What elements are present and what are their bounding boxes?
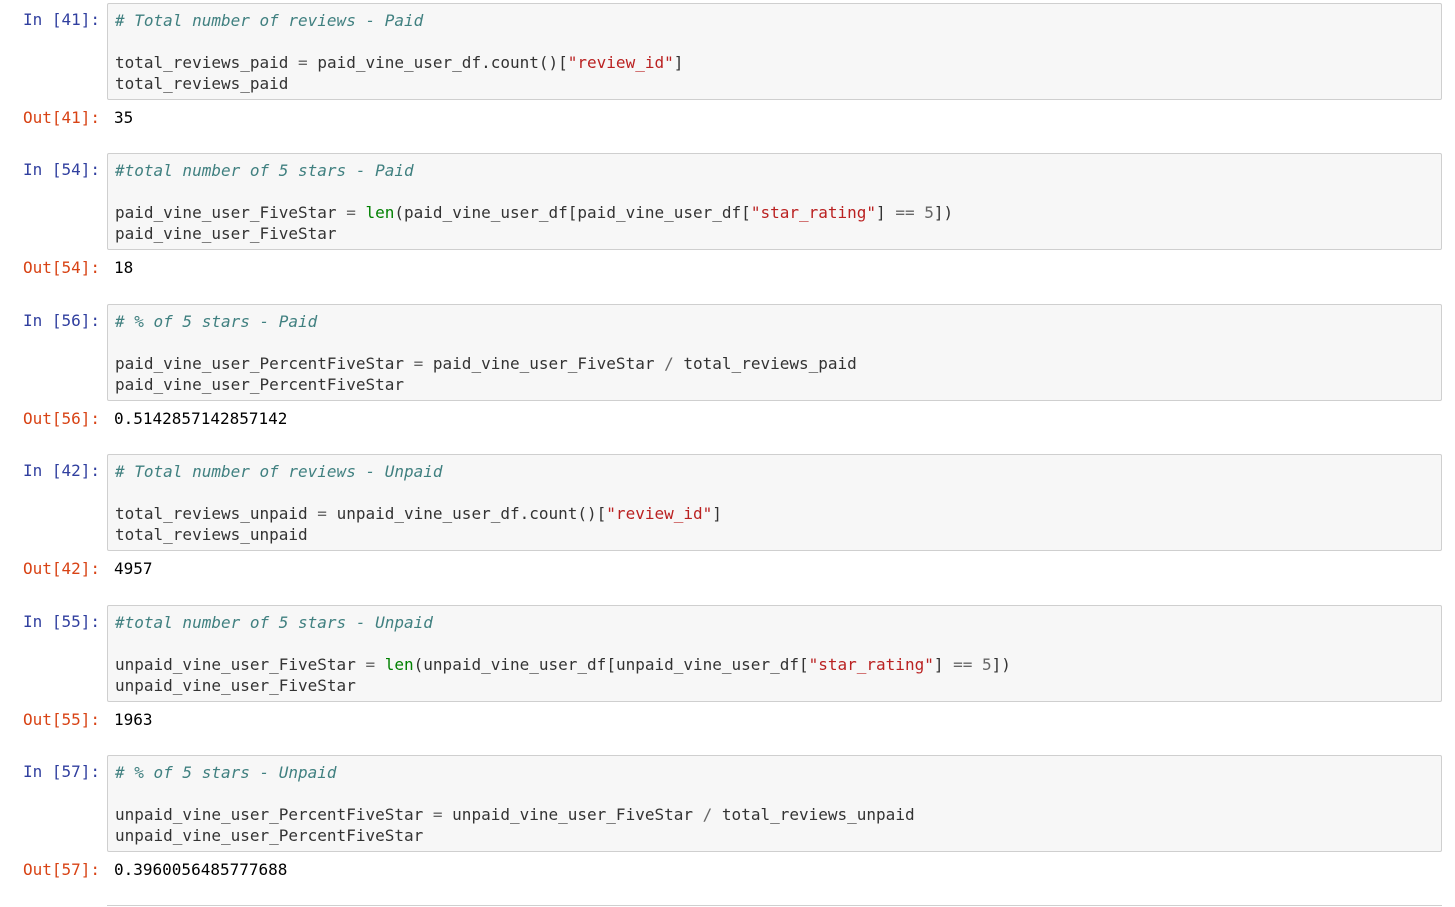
code-line: unpaid_vine_user_FiveStar = len(unpaid_v… [115, 654, 1011, 675]
code-token-variable: paid_vine_user_FiveStar [115, 203, 337, 222]
cell-output: 4957 [114, 559, 153, 578]
code-token-expression: unpaid_vine_user_df.count()[ [336, 504, 607, 523]
notebook-cell[interactable]: In [55]: #total number of 5 stars - Unpa… [0, 602, 1455, 752]
code-comment: #total number of 5 stars - Unpaid [115, 613, 433, 632]
next-cell-edge [107, 905, 1442, 906]
code-line: paid_vine_user_FiveStar = len(paid_vine_… [115, 202, 953, 223]
code-token-variable: unpaid_vine_user_PercentFiveStar [115, 805, 424, 824]
code-token-bracket: ] [712, 504, 722, 523]
code-line: total_reviews_unpaid = unpaid_vine_user_… [115, 503, 722, 524]
code-comment: # Total number of reviews - Paid [115, 11, 424, 30]
code-token-variable: paid_vine_user_FiveStar [432, 354, 655, 373]
code-token-variable: total_reviews_paid [115, 53, 289, 72]
input-prompt: In [55]: [22, 612, 100, 631]
code-token-string: "review_id" [567, 53, 674, 72]
output-prompt: Out[41]: [22, 108, 100, 127]
code-token-expression: (unpaid_vine_user_df[unpaid_vine_user_df… [413, 655, 809, 674]
cell-output: 1963 [114, 710, 153, 729]
notebook-cell[interactable]: In [57]: # % of 5 stars - Unpaid unpaid_… [0, 752, 1455, 902]
code-token-string: "review_id" [606, 504, 713, 523]
cell-output: 35 [114, 108, 134, 127]
code-token-number: 5 [924, 203, 934, 222]
code-token-operator: == [953, 655, 973, 674]
input-prompt: In [41]: [22, 10, 100, 29]
code-token-operator: = [365, 655, 376, 674]
code-token-string: "star_rating" [750, 203, 877, 222]
code-token-bracket: ] [933, 655, 954, 674]
input-prompt: In [54]: [22, 160, 100, 179]
code-token-variable: total_reviews_unpaid [115, 504, 308, 523]
cell-output: 18 [114, 258, 134, 277]
notebook-cell[interactable]: In [56]: # % of 5 stars - Paid paid_vine… [0, 301, 1455, 451]
code-token-bracket: ] [876, 203, 896, 222]
code-line: unpaid_vine_user_PercentFiveStar = unpai… [115, 804, 915, 825]
code-token-operator: / [702, 805, 713, 824]
code-line: paid_vine_user_PercentFiveStar = paid_vi… [115, 353, 857, 374]
code-editor[interactable]: # % of 5 stars - Paid paid_vine_user_Per… [107, 304, 1442, 401]
output-prompt: Out[55]: [22, 710, 100, 729]
notebook-cell[interactable]: In [42]: # Total number of reviews - Unp… [0, 451, 1455, 601]
code-line: paid_vine_user_FiveStar [115, 224, 337, 243]
code-token-operator: = [317, 504, 327, 523]
notebook-cell[interactable]: In [54]: #total number of 5 stars - Paid… [0, 150, 1455, 300]
code-editor[interactable]: # % of 5 stars - Unpaid unpaid_vine_user… [107, 755, 1442, 852]
code-token-bracket: ]) [991, 655, 1011, 674]
code-token-bracket: ]) [933, 203, 954, 222]
code-token-string: "star_rating" [808, 655, 934, 674]
output-prompt: Out[56]: [22, 409, 100, 428]
code-token-variable: unpaid_vine_user_FiveStar [115, 655, 356, 674]
code-editor[interactable]: #total number of 5 stars - Paid paid_vin… [107, 153, 1442, 250]
code-token-variable: total_reviews_paid [683, 354, 857, 373]
code-token-builtin: len [365, 203, 395, 222]
code-line: unpaid_vine_user_PercentFiveStar [115, 826, 424, 845]
code-token-builtin: len [384, 655, 414, 674]
code-comment: # Total number of reviews - Unpaid [115, 462, 443, 481]
code-comment: # % of 5 stars - Unpaid [115, 763, 337, 782]
output-prompt: Out[57]: [22, 860, 100, 879]
code-line: total_reviews_unpaid [115, 525, 308, 544]
code-token-operator: = [432, 805, 443, 824]
code-token-variable: total_reviews_unpaid [721, 805, 915, 824]
code-editor[interactable]: # Total number of reviews - Unpaid total… [107, 454, 1442, 551]
code-editor[interactable]: #total number of 5 stars - Unpaid unpaid… [107, 605, 1442, 702]
code-line: total_reviews_paid = paid_vine_user_df.c… [115, 52, 683, 73]
code-token-variable: unpaid_vine_user_FiveStar [452, 805, 693, 824]
code-token-operator: = [346, 203, 356, 222]
code-line: total_reviews_paid [115, 74, 289, 93]
input-prompt: In [56]: [22, 311, 100, 330]
code-token-expression: paid_vine_user_df.count()[ [317, 53, 568, 72]
input-prompt: In [42]: [22, 461, 100, 480]
code-token-bracket: ] [673, 53, 684, 72]
code-editor[interactable]: # Total number of reviews - Paid total_r… [107, 3, 1442, 100]
code-comment: # % of 5 stars - Paid [115, 312, 318, 331]
cell-output: 0.5142857142857142 [114, 409, 288, 428]
code-comment: #total number of 5 stars - Paid [115, 161, 414, 180]
code-line: unpaid_vine_user_FiveStar [115, 676, 356, 695]
code-token-operator: = [298, 53, 308, 72]
output-prompt: Out[54]: [22, 258, 100, 277]
code-token-operator: == [895, 203, 915, 222]
code-token-variable: paid_vine_user_PercentFiveStar [115, 354, 404, 373]
input-prompt: In [57]: [22, 762, 100, 781]
notebook-cell[interactable]: In [41]: # Total number of reviews - Pai… [0, 0, 1455, 150]
code-token-number: 5 [982, 655, 992, 674]
code-token-operator: = [413, 354, 424, 373]
cell-output: 0.3960056485777688 [114, 860, 288, 879]
code-line: paid_vine_user_PercentFiveStar [115, 375, 404, 394]
output-prompt: Out[42]: [22, 559, 100, 578]
code-token-expression: (paid_vine_user_df[paid_vine_user_df[ [394, 203, 751, 222]
code-token-operator: / [664, 354, 674, 373]
